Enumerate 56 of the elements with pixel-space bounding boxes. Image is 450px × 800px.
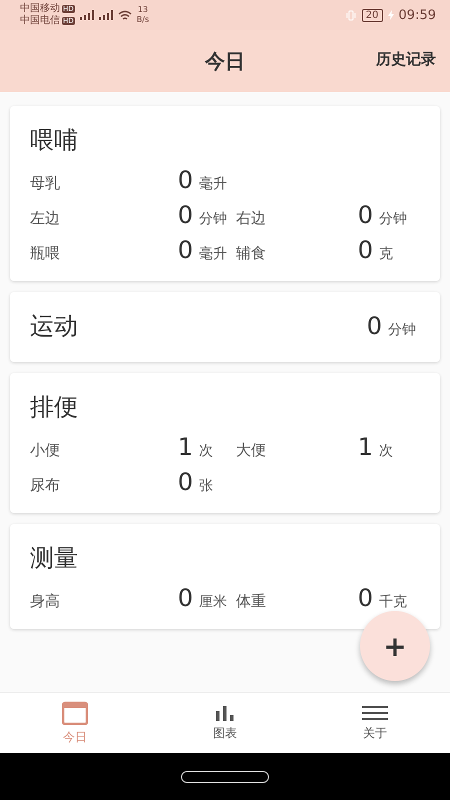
- metric-label: 身高: [30, 592, 61, 610]
- metric-value: 1: [356, 432, 373, 460]
- unit-label: 次: [199, 442, 214, 460]
- unit-label: 分钟: [388, 321, 416, 339]
- signal-icon: [98, 10, 113, 20]
- metric-value: 0: [176, 468, 193, 496]
- metric-label: 辅食: [236, 244, 267, 262]
- network-speed: 13: [138, 5, 148, 15]
- metric-label: 大便: [236, 440, 267, 460]
- signal-icon: [80, 10, 94, 20]
- section-title: 运动: [30, 311, 78, 342]
- section-title: 喂哺: [30, 125, 78, 156]
- clock: 09:59: [398, 8, 436, 22]
- unit-label: 次: [379, 442, 394, 460]
- metric-value: 1: [176, 432, 193, 460]
- unit-label: 张: [199, 476, 214, 494]
- menu-icon: [362, 704, 388, 720]
- nav-tab[interactable]: 图表: [150, 693, 300, 753]
- speed-unit: B/s: [136, 15, 150, 25]
- metric-label: 左边: [30, 208, 61, 228]
- total-value: 0: [366, 312, 382, 340]
- metric-value: 0: [176, 584, 193, 612]
- carrier-name: 中国电信: [20, 15, 60, 27]
- metric-value: 0: [176, 236, 193, 264]
- metric-label: 小便: [30, 440, 61, 460]
- home-indicator[interactable]: [181, 770, 269, 782]
- vibrate-icon: [344, 10, 357, 20]
- calendar-icon: [62, 700, 88, 724]
- nav-tab[interactable]: 关于: [300, 693, 450, 753]
- metric-value: 0: [356, 236, 373, 264]
- unit-label: 厘米: [199, 592, 228, 610]
- metric-label: 母乳: [30, 174, 61, 192]
- metric-label: 尿布: [30, 476, 61, 494]
- unit-label: 千克: [379, 592, 408, 610]
- metric-label: 瓶喂: [30, 244, 61, 262]
- unit-label: 毫升: [199, 174, 228, 192]
- page-title: 今日: [205, 48, 245, 74]
- unit-label: 毫升: [199, 244, 228, 262]
- metric-value: 0: [176, 166, 193, 194]
- metric-value: 0: [176, 200, 193, 228]
- metric-value: 0: [356, 584, 373, 612]
- unit-label: 分钟: [199, 210, 228, 228]
- charging-icon: [388, 10, 394, 20]
- metric-label: 体重: [236, 592, 267, 610]
- carrier-name: 中国移动: [20, 3, 60, 14]
- section-title: 测量: [30, 543, 78, 574]
- unit-label: 分钟: [379, 210, 408, 228]
- wifi-icon: [118, 10, 132, 20]
- metric-value: 0: [356, 200, 373, 228]
- add-button[interactable]: +: [360, 611, 430, 681]
- section-title: 排便: [30, 392, 78, 423]
- battery-level: 20: [362, 8, 383, 22]
- unit-label: 克: [379, 244, 394, 262]
- metric-label: 右边: [236, 208, 267, 228]
- bar-chart-icon: [215, 704, 235, 720]
- history-button[interactable]: 历史记录: [376, 50, 436, 69]
